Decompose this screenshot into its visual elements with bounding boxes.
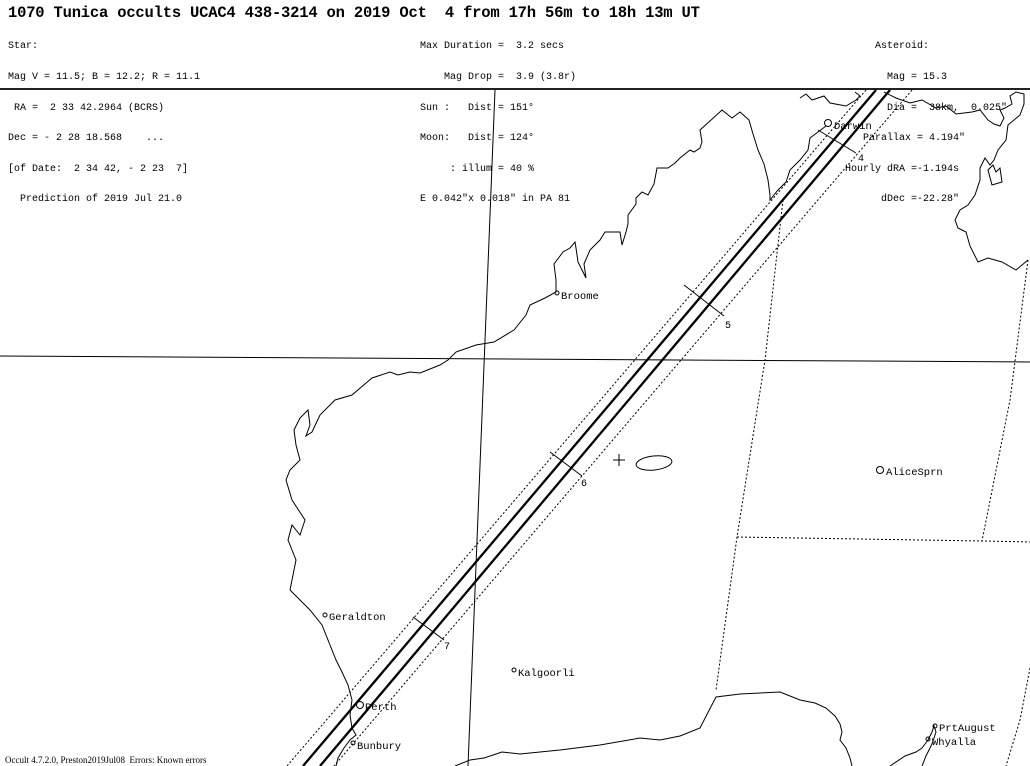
event-info-line: Max Duration = 3.2 secs	[420, 41, 565, 53]
cross-icon	[613, 454, 625, 466]
city-marker-icon	[824, 119, 832, 127]
event-info-line: Mag Drop = 3.9 (3.8r)	[420, 72, 577, 84]
path-limit-north	[286, 90, 867, 766]
asteroid-info-line: Asteroid:	[845, 41, 930, 53]
path-edge-south	[319, 90, 891, 766]
page-title: 1070 Tunica occults UCAC4 438-3214 on 20…	[8, 4, 700, 22]
city-label-kalgoorli: Kalgoorli	[518, 668, 575, 680]
city-label-alice-springs: AliceSprn	[886, 467, 943, 479]
shadow-path	[302, 90, 891, 766]
city-markers	[322, 119, 938, 746]
star-info-line: Mag V = 11.5; B = 12.2; R = 11.1	[8, 72, 201, 84]
time-tick-label: 4	[858, 154, 864, 165]
graticule-meridian	[467, 90, 496, 766]
path-limit-south	[333, 90, 913, 766]
city-label-port-augusta: PrtAugust	[939, 723, 996, 735]
time-tick-4	[817, 129, 857, 154]
city-marker-icon	[876, 466, 884, 474]
city-marker-icon	[511, 667, 517, 673]
coastline-bight	[454, 691, 853, 766]
border-nt-qld	[981, 259, 1029, 542]
time-tick-label: 5	[725, 321, 731, 332]
city-marker-icon	[554, 290, 560, 296]
occultation-map: 4 5 6 7 Darwin Broome AliceSprn Geraldto…	[0, 90, 1030, 766]
coastline-spencer-gulf	[889, 724, 937, 766]
city-label-geraldton: Geraldton	[329, 612, 386, 624]
city-label-broome: Broome	[561, 291, 599, 303]
border-nt-sa	[736, 536, 1030, 543]
coastline	[285, 91, 1029, 766]
city-marker-icon	[322, 612, 328, 618]
coastline-melville	[799, 91, 861, 107]
time-tick-label: 6	[581, 479, 587, 490]
border-sa-nsw	[1005, 667, 1030, 766]
ellipse-icon	[635, 455, 673, 471]
border-wa-nt	[715, 199, 784, 691]
star-info-line: Star:	[8, 41, 39, 53]
city-label-whyalla: Whyalla	[932, 737, 976, 749]
state-borders	[715, 199, 1030, 766]
time-tick-label: 7	[444, 642, 450, 653]
shadow-outer-limits	[286, 90, 913, 766]
asteroid-info-line: Mag = 15.3	[845, 72, 948, 84]
city-label-bunbury: Bunbury	[357, 741, 401, 753]
path-edge-north	[302, 90, 877, 766]
coastline-west-north	[285, 109, 827, 591]
graticule-parallel	[0, 355, 1030, 363]
coastline-groote	[987, 164, 1003, 186]
coastline-top-end	[883, 91, 1029, 271]
software-footer: Occult 4.7.2.0, Preston2019Jul08 Errors:…	[5, 755, 207, 765]
city-label-perth: Perth	[365, 702, 397, 714]
city-label-darwin: Darwin	[834, 121, 872, 133]
city-marker-icon	[356, 701, 364, 709]
